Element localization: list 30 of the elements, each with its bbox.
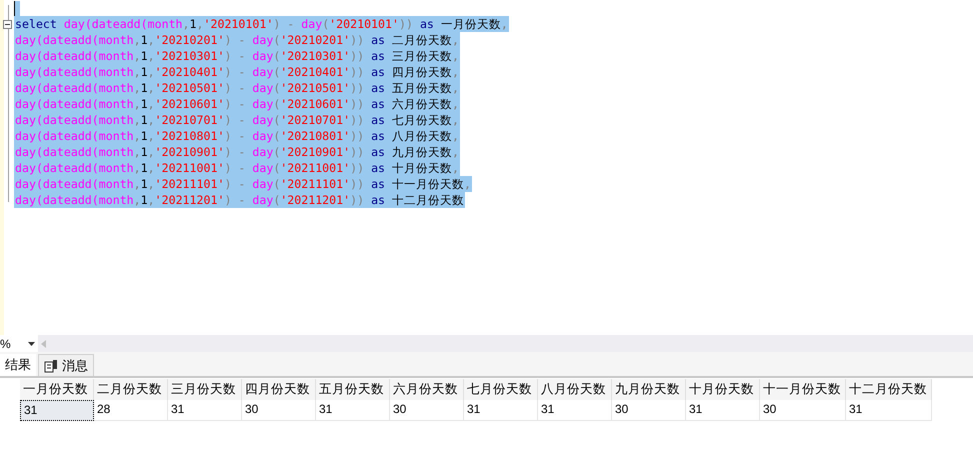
- table-cell: 28: [94, 400, 168, 421]
- column-header: 十一月份天数: [760, 379, 846, 400]
- column-header: 二月份天数: [94, 379, 168, 400]
- table-cell: 30: [760, 400, 846, 421]
- table-cell: 31: [20, 400, 94, 421]
- column-header: 十月份天数: [686, 379, 760, 400]
- table-cell: 31: [846, 400, 932, 421]
- table-cell: 30: [612, 400, 686, 421]
- table-cell: 31: [686, 400, 760, 421]
- column-header: 十二月份天数: [846, 379, 932, 400]
- column-header: 三月份天数: [168, 379, 242, 400]
- column-header: 一月份天数: [20, 379, 94, 400]
- table-cell: 31: [464, 400, 538, 421]
- column-header: 九月份天数: [612, 379, 686, 400]
- result-tab[interactable]: 结果: [0, 354, 36, 376]
- column-header: 五月份天数: [316, 379, 390, 400]
- collapse-icon[interactable]: [2, 20, 12, 28]
- zoom-dropdown[interactable]: %: [0, 335, 38, 352]
- column-header: 八月份天数: [538, 379, 612, 400]
- table-cell: 31: [168, 400, 242, 421]
- column-header: 四月份天数: [242, 379, 316, 400]
- message-icon: [44, 358, 58, 372]
- table-cell: 31: [538, 400, 612, 421]
- column-header: 六月份天数: [390, 379, 464, 400]
- caret-icon: [28, 342, 35, 346]
- table-cell: 30: [390, 400, 464, 421]
- result-tab[interactable]: 消息: [38, 354, 94, 376]
- column-header: 七月份天数: [464, 379, 538, 400]
- table-cell: 31: [316, 400, 390, 421]
- table-cell: 30: [242, 400, 316, 421]
